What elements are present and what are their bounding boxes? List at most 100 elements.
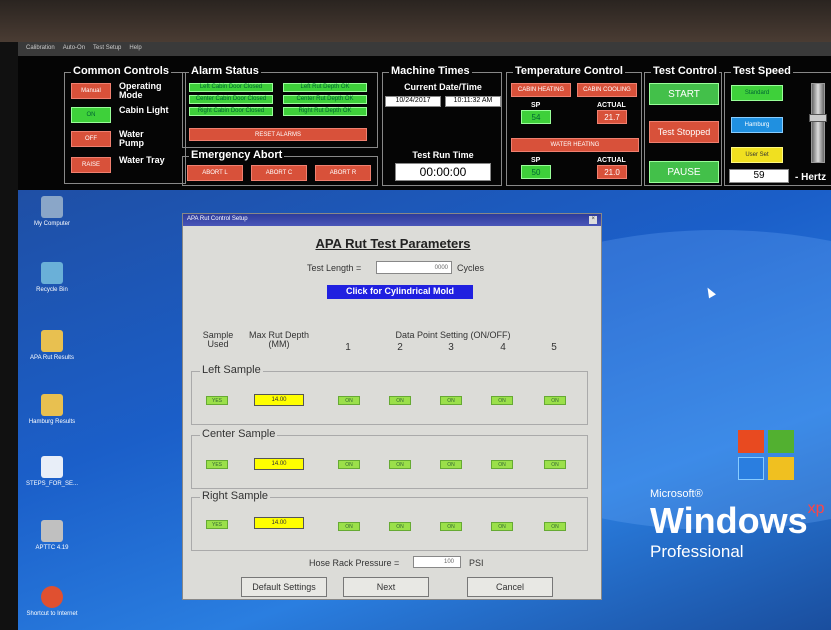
center-max-rut-input[interactable]: 14.00 — [254, 458, 304, 470]
desktop-icon-apttc[interactable]: APTTC 4.19 — [20, 520, 84, 551]
xp-wordmark: xp — [807, 500, 825, 517]
microsoft-label: Microsoft® — [650, 488, 703, 500]
test-run-time-label: Test Run Time — [412, 150, 474, 160]
edition-label: Professional — [650, 542, 744, 561]
speed-hamburg-button[interactable]: Hamburg — [731, 117, 783, 133]
speed-value-field[interactable]: 59 — [729, 169, 789, 183]
water-pump-label: Water Pump — [119, 129, 145, 148]
operating-mode-button[interactable]: Manual — [71, 83, 111, 99]
left-sample-used-toggle[interactable]: YES — [206, 396, 228, 405]
cabin-light-label: Cabin Light — [119, 105, 169, 115]
test-speed-title: Test Speed — [731, 65, 793, 77]
water-tray-label: Water Tray — [119, 155, 165, 165]
common-controls-title: Common Controls — [71, 65, 171, 77]
emergency-abort-group: Emergency Abort ABORT L ABORT C ABORT R — [182, 149, 378, 186]
menu-bar: Calibration Auto-On Test Setup Help — [18, 42, 831, 56]
desktop-icon-label: Hamburg Results — [28, 419, 76, 425]
emergency-abort-title: Emergency Abort — [189, 149, 285, 161]
test-length-label: Test Length = — [307, 263, 362, 273]
hose-rack-pressure-input[interactable]: 100 — [413, 556, 461, 568]
right-point-3-toggle[interactable]: ON — [440, 522, 462, 531]
desktop-icon-steps-doc[interactable]: STEPS_FOR_SE... — [20, 456, 84, 487]
point-5-header: 5 — [551, 342, 557, 353]
right-max-rut-input[interactable]: 14.00 — [254, 517, 304, 529]
dialog-titlebar[interactable]: APA Rut Control Setup × — [183, 214, 601, 226]
pause-button[interactable]: PAUSE — [649, 161, 719, 183]
current-datetime-label: Current Date/Time — [404, 82, 482, 92]
center-point-5-toggle[interactable]: ON — [544, 460, 566, 469]
cycles-label: Cycles — [457, 263, 485, 273]
cancel-button[interactable]: Cancel — [467, 577, 553, 597]
abort-right-button[interactable]: ABORT R — [315, 165, 371, 181]
right-sample-used-toggle[interactable]: YES — [206, 520, 228, 529]
center-point-2-toggle[interactable]: ON — [389, 460, 411, 469]
abort-left-button[interactable]: ABORT L — [187, 165, 243, 181]
sample-used-header: Sample Used — [202, 330, 234, 349]
desktop-icon-label: Shortcut to Internet — [26, 611, 78, 617]
water-pump-button[interactable]: OFF — [71, 131, 111, 147]
cabin-light-button[interactable]: ON — [71, 107, 111, 123]
windows-wordmark: Windows — [650, 500, 808, 541]
water-actual-field: 21.0 — [597, 165, 627, 179]
left-point-3-toggle[interactable]: ON — [440, 396, 462, 405]
cabin-cooling-button[interactable]: CABIN COOLING — [577, 83, 637, 97]
left-point-2-toggle[interactable]: ON — [389, 396, 411, 405]
right-point-5-toggle[interactable]: ON — [544, 522, 566, 531]
desktop-icon-internet[interactable]: Shortcut to Internet — [20, 586, 84, 617]
left-point-1-toggle[interactable]: ON — [338, 396, 360, 405]
close-icon[interactable]: × — [589, 216, 597, 224]
test-length-input[interactable]: 0000 — [376, 261, 452, 274]
cabin-setpoint-field[interactable]: 54 — [521, 110, 551, 124]
center-sample-title: Center Sample — [200, 428, 278, 440]
temperature-control-group: Temperature Control CABIN HEATING CABIN … — [506, 65, 642, 186]
left-point-5-toggle[interactable]: ON — [544, 396, 566, 405]
speed-user-set-button[interactable]: User Set — [731, 147, 783, 163]
start-button[interactable]: START — [649, 83, 719, 105]
center-point-4-toggle[interactable]: ON — [491, 460, 513, 469]
water-setpoint-field[interactable]: 50 — [521, 165, 551, 179]
right-point-1-toggle[interactable]: ON — [338, 522, 360, 531]
water-heating-button[interactable]: WATER HEATING — [511, 138, 639, 152]
desktop-icon-my-computer[interactable]: My Computer — [20, 196, 84, 227]
right-point-2-toggle[interactable]: ON — [389, 522, 411, 531]
left-max-rut-input[interactable]: 14.00 — [254, 394, 304, 406]
abort-center-button[interactable]: ABORT C — [251, 165, 307, 181]
xp-branding: Microsoft® Windowsxp Professional — [650, 488, 825, 562]
desktop-icon-label: APA Rut Results — [30, 355, 74, 361]
center-sample-used-toggle[interactable]: YES — [206, 460, 228, 469]
current-date-field: 10/24/2017 — [385, 96, 441, 107]
test-stopped-button[interactable]: Test Stopped — [649, 121, 719, 143]
center-point-3-toggle[interactable]: ON — [440, 460, 462, 469]
max-rut-depth-header: Max Rut Depth (MM) — [248, 330, 310, 349]
reset-alarms-button[interactable]: RESET ALARMS — [189, 128, 367, 141]
left-point-4-toggle[interactable]: ON — [491, 396, 513, 405]
monitor-bezel — [0, 0, 831, 42]
menu-calibration[interactable]: Calibration — [26, 45, 55, 53]
desktop-icon-apa-rut-results[interactable]: APA Rut Results — [20, 330, 84, 361]
right-point-4-toggle[interactable]: ON — [491, 522, 513, 531]
next-button[interactable]: Next — [343, 577, 429, 597]
default-settings-button[interactable]: Default Settings — [241, 577, 327, 597]
alarm-status-group: Alarm Status Left Cabin Door Closed Left… — [182, 65, 378, 148]
cabin-sp-label: SP — [531, 102, 541, 109]
speed-slider[interactable] — [809, 83, 827, 163]
desktop-icon-hamburg-results[interactable]: Hamburg Results — [20, 394, 84, 425]
menu-auto-on[interactable]: Auto-On — [63, 45, 85, 53]
menu-test-setup[interactable]: Test Setup — [93, 45, 121, 53]
psi-label: PSI — [469, 558, 484, 568]
menu-help[interactable]: Help — [129, 45, 141, 53]
left-sample-title: Left Sample — [200, 364, 263, 376]
cabin-actual-field: 21.7 — [597, 110, 627, 124]
cylindrical-mold-button[interactable]: Click for Cylindrical Mold — [327, 285, 473, 299]
water-tray-button[interactable]: RAISE — [71, 157, 111, 173]
operating-mode-label: Operating Mode — [119, 81, 162, 100]
speed-standard-button[interactable]: Standard — [731, 85, 783, 101]
recycle-bin-icon — [41, 262, 63, 284]
cabin-heating-button[interactable]: CABIN HEATING — [511, 83, 571, 97]
speed-slider-thumb[interactable] — [809, 114, 827, 122]
point-2-header: 2 — [397, 342, 403, 353]
computer-icon — [41, 196, 63, 218]
test-control-group: Test Control START Test Stopped PAUSE — [644, 65, 722, 186]
desktop-icon-recycle-bin[interactable]: Recycle Bin — [20, 262, 84, 293]
center-point-1-toggle[interactable]: ON — [338, 460, 360, 469]
